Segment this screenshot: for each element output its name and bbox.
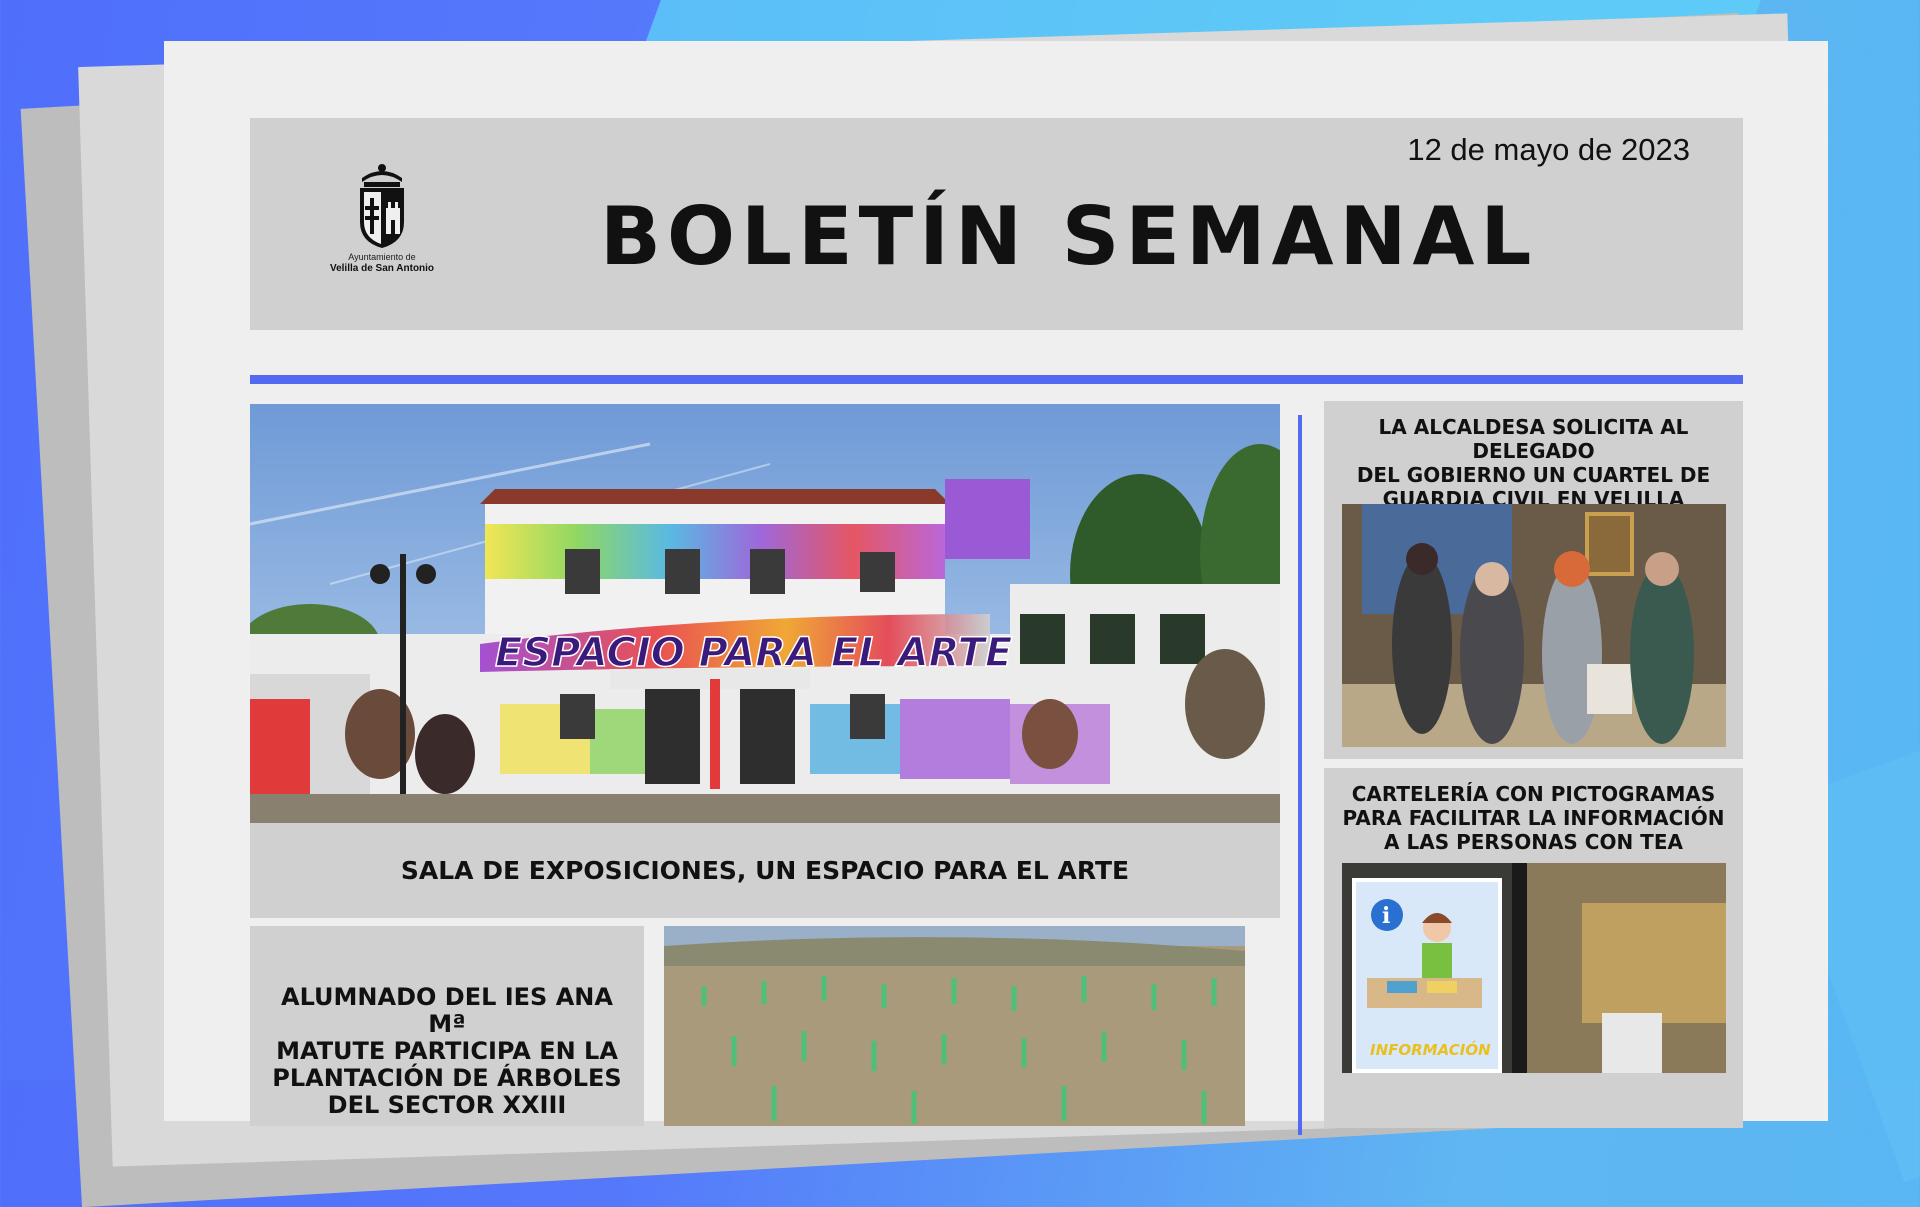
town-logo: Ayuntamiento de Velilla de San Antonio <box>322 160 442 274</box>
story-title-line: PARA FACILITAR LA INFORMACIÓN <box>1342 806 1725 830</box>
tree-planting-image <box>664 926 1245 1126</box>
coat-of-arms-icon <box>360 164 404 248</box>
story-card-tree-planting[interactable]: ALUMNADO DEL IES ANA Mª MATUTE PARTICIPA… <box>250 926 644 1126</box>
story-title-line: CARTELERÍA CON PICTOGRAMAS <box>1351 782 1716 806</box>
meeting-photo[interactable] <box>1342 504 1726 747</box>
story-title-guardia-civil[interactable]: LA ALCALDESA SOLICITA AL DELEGADO DEL GO… <box>1324 415 1743 511</box>
building-mural-photo[interactable]: ESPACIO PARA EL ARTE <box>250 404 1280 823</box>
story-title-line: PLANTACIÓN DE ÁRBOLES <box>272 1064 622 1092</box>
newsletter-header: Ayuntamiento de Velilla de San Antonio 1… <box>250 118 1743 330</box>
issue-date: 12 de mayo de 2023 <box>1407 132 1690 167</box>
story-title-line: A LAS PERSONAS CON TEA <box>1384 830 1683 854</box>
column-divider <box>1298 415 1302 1135</box>
svg-text:i: i <box>1382 903 1390 929</box>
story-title-tree-planting[interactable]: ALUMNADO DEL IES ANA Mª MATUTE PARTICIPA… <box>260 984 634 1119</box>
story-title-line: LA ALCALDESA SOLICITA AL DELEGADO <box>1378 415 1689 463</box>
newsletter-title: BOLETÍN SEMANAL <box>600 190 1538 283</box>
story-title-line: DEL GOBIERNO UN CUARTEL DE <box>1356 463 1711 487</box>
meeting-image <box>1342 504 1726 747</box>
story-card-pictograms[interactable]: CARTELERÍA CON PICTOGRAMAS PARA FACILITA… <box>1324 768 1743 1128</box>
mural-photo-image: ESPACIO PARA EL ARTE <box>250 404 1280 823</box>
logo-caption-line1: Ayuntamiento de <box>348 252 416 262</box>
logo-caption-line2: Velilla de San Antonio <box>329 263 435 274</box>
pictogram-sign-photo[interactable]: i INFORMACIÓN <box>1342 863 1726 1073</box>
accent-rule <box>250 375 1743 384</box>
pictogram-sign-image: i INFORMACIÓN <box>1342 863 1726 1073</box>
newsletter-page: Ayuntamiento de Velilla de San Antonio 1… <box>164 41 1828 1135</box>
story-title-line: ALUMNADO DEL IES ANA Mª <box>281 983 613 1038</box>
tree-planting-photo[interactable] <box>664 926 1245 1126</box>
story-title-line: MATUTE PARTICIPA EN LA <box>276 1037 618 1065</box>
story-title-pictograms[interactable]: CARTELERÍA CON PICTOGRAMAS PARA FACILITA… <box>1324 782 1743 854</box>
sign-text: INFORMACIÓN <box>1370 1040 1491 1059</box>
main-story-caption[interactable]: SALA DE EXPOSICIONES, UN ESPACIO PARA EL… <box>250 823 1280 918</box>
story-card-guardia-civil[interactable]: LA ALCALDESA SOLICITA AL DELEGADO DEL GO… <box>1324 401 1743 759</box>
main-story-card[interactable]: ESPACIO PARA EL ARTE SALA DE EXPOSICIONE… <box>250 404 1280 918</box>
story-title-line: DEL SECTOR XXIII <box>327 1091 567 1119</box>
